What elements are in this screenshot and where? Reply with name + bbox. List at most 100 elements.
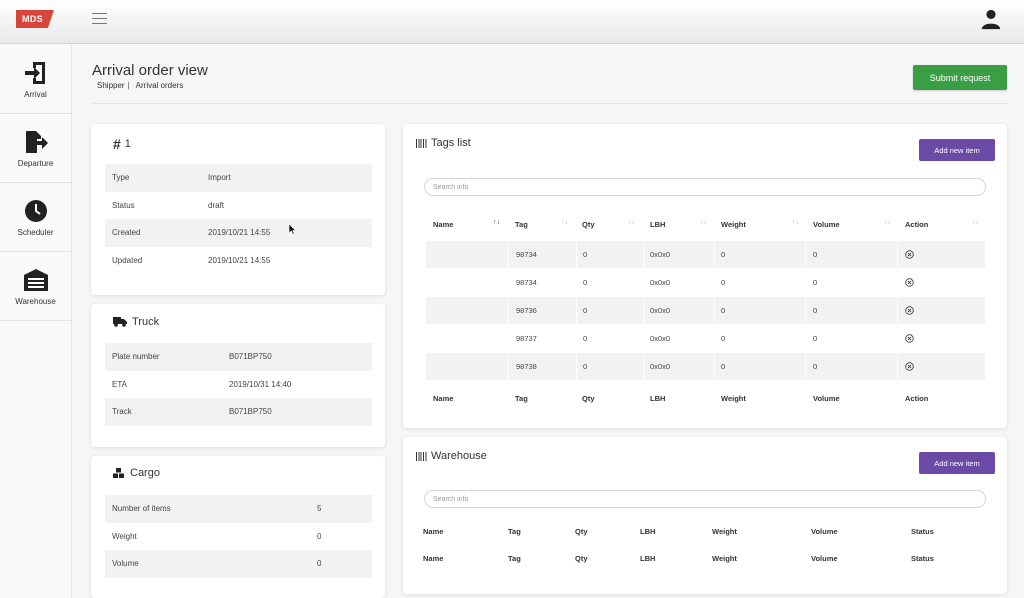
table-row: 98738 0 0x0x0 0 0 xyxy=(426,353,985,380)
sidebar-item-label: Departure xyxy=(17,158,54,168)
column-header-tag[interactable]: Tag xyxy=(508,527,521,536)
order-details: Type Import Status draft Created 2019/10/21… xyxy=(105,164,372,274)
column-footer-weight: Weight xyxy=(712,554,737,563)
app-logo[interactable]: MDS xyxy=(16,10,54,28)
column-header-weight[interactable]: Weight xyxy=(721,220,746,229)
column-header-weight[interactable]: Weight xyxy=(712,527,737,536)
column-footer-tag: Tag xyxy=(508,554,521,563)
column-footer-lbh: LBH xyxy=(650,394,666,403)
detail-row: Type Import xyxy=(105,164,372,192)
truck-details: Plate number B071BP750 ETA 2019/10/31 14:4… xyxy=(105,343,372,426)
column-header-qty[interactable]: Qty xyxy=(575,527,588,536)
sidebar-item-scheduler[interactable]: Scheduler xyxy=(0,183,71,252)
add-warehouse-item-button[interactable]: Add new item xyxy=(919,452,995,474)
departure-icon xyxy=(25,130,48,153)
detail-row: Volume 0 xyxy=(105,550,372,578)
cargo-card: Cargo Number of items 5 Weight 0 Volume 0 xyxy=(91,456,385,598)
table-row: 98736 0 0x0x0 0 0 xyxy=(426,297,985,324)
column-header-volume[interactable]: Volume xyxy=(813,220,840,229)
detail-row: Weight 0 xyxy=(112,531,322,541)
detail-row: Plate number B071BP750 xyxy=(105,343,372,371)
truck-card-title: Truck xyxy=(113,316,159,328)
order-number: 1 xyxy=(124,138,131,150)
sort-icon[interactable]: ↑↓ xyxy=(700,219,707,226)
remove-icon[interactable] xyxy=(905,334,914,343)
column-header-name[interactable]: Name xyxy=(433,220,453,229)
column-footer-name: Name xyxy=(423,554,444,563)
column-header-lbh[interactable]: LBH xyxy=(640,527,655,536)
sort-icon[interactable]: ↑↓ xyxy=(792,219,799,226)
sort-asc-icon[interactable]: ↑↓ xyxy=(493,219,500,226)
add-tag-button[interactable]: Add new item xyxy=(919,139,995,161)
column-header-qty[interactable]: Qty xyxy=(582,220,595,229)
warehouse-search-input[interactable]: Search info xyxy=(424,490,986,508)
clock-icon xyxy=(24,199,47,222)
cargo-card-title: Cargo xyxy=(113,467,160,479)
sidebar-item-label: Scheduler xyxy=(17,227,54,237)
sidebar-item-label: Arrival xyxy=(24,89,47,99)
truck-card: Truck Plate number B071BP750 ETA 2019/10/3… xyxy=(91,304,385,447)
breadcrumb-arrival-orders[interactable]: Arrival orders xyxy=(136,81,184,90)
arrival-icon xyxy=(24,61,45,84)
column-header-name[interactable]: Name xyxy=(423,527,443,536)
order-card-title: # 1 xyxy=(113,136,131,152)
hash-icon: # xyxy=(113,136,121,152)
barcode-icon xyxy=(416,451,427,461)
detail-row: ETA 2019/10/31 14:40 xyxy=(112,379,292,389)
sidebar-item-arrival[interactable]: Arrival xyxy=(0,45,71,114)
column-footer-name: Name xyxy=(433,394,454,403)
column-header-status[interactable]: Status xyxy=(911,527,934,536)
sort-icon[interactable]: ↑↓ xyxy=(972,219,979,226)
detail-row: Created 2019/10/21 14:55 xyxy=(105,219,372,247)
barcode-icon xyxy=(416,138,427,148)
breadcrumb-shipper[interactable]: Shipper xyxy=(97,81,125,90)
column-footer-volume: Volume xyxy=(813,394,840,403)
breadcrumb: Shipper | Arrival orders xyxy=(97,81,183,90)
column-footer-qty: Qty xyxy=(575,554,588,563)
column-footer-weight: Weight xyxy=(721,394,746,403)
column-footer-tag: Tag xyxy=(515,394,528,403)
sidebar-item-warehouse[interactable]: Warehouse xyxy=(0,252,71,321)
user-icon[interactable] xyxy=(980,8,1002,30)
warehouse-icon xyxy=(23,268,48,291)
table-row: 98734 0 0x0x0 0 0 xyxy=(426,269,985,296)
sort-icon[interactable]: ↑↓ xyxy=(628,219,635,226)
menu-icon[interactable] xyxy=(92,13,107,25)
warehouse-card xyxy=(403,437,1007,594)
sort-icon[interactable]: ↑↓ xyxy=(561,219,568,226)
order-card: # 1 Type Import Status draft Created 2019/1… xyxy=(91,124,385,295)
top-bar: MDS xyxy=(0,0,1024,44)
detail-row: Number of items 5 xyxy=(105,495,372,523)
column-header-tag[interactable]: Tag xyxy=(515,220,528,229)
truck-icon xyxy=(113,317,127,327)
page-title: Arrival order view xyxy=(92,62,208,79)
sort-icon[interactable]: ↑↓ xyxy=(884,219,891,226)
remove-icon[interactable] xyxy=(905,306,914,315)
remove-icon[interactable] xyxy=(905,278,914,287)
column-footer-lbh: LBH xyxy=(640,554,656,563)
table-row: 98737 0 0x0x0 0 0 xyxy=(426,325,985,352)
warehouse-card-title: Warehouse xyxy=(416,450,487,462)
detail-row: Status draft xyxy=(112,200,225,210)
submit-request-button[interactable]: Submit request xyxy=(913,65,1007,90)
mouse-cursor-icon xyxy=(289,224,297,235)
breadcrumb-separator: | xyxy=(127,81,130,90)
column-header-lbh[interactable]: LBH xyxy=(650,220,665,229)
remove-icon[interactable] xyxy=(905,362,914,371)
column-header-volume[interactable]: Volume xyxy=(811,527,838,536)
column-header-action[interactable]: Action xyxy=(905,220,928,229)
column-footer-action: Action xyxy=(905,394,929,403)
column-footer-volume: Volume xyxy=(811,554,838,563)
detail-row: Track B071BP750 xyxy=(105,398,372,426)
detail-row: Updated 2019/10/21 14:55 xyxy=(112,255,271,265)
sidebar-item-departure[interactable]: Departure xyxy=(0,114,71,183)
column-footer-qty: Qty xyxy=(582,394,595,403)
cargo-details: Number of items 5 Weight 0 Volume 0 xyxy=(105,495,372,578)
table-row: 98734 0 0x0x0 0 0 xyxy=(426,241,985,268)
remove-icon[interactable] xyxy=(905,250,914,259)
sidebar: Arrival Departure Scheduler Warehouse xyxy=(0,45,72,598)
tags-card-title: Tags list xyxy=(416,137,471,149)
sidebar-item-label: Warehouse xyxy=(15,296,56,306)
tags-search-input[interactable]: Search info xyxy=(424,178,986,196)
divider xyxy=(92,103,1008,104)
